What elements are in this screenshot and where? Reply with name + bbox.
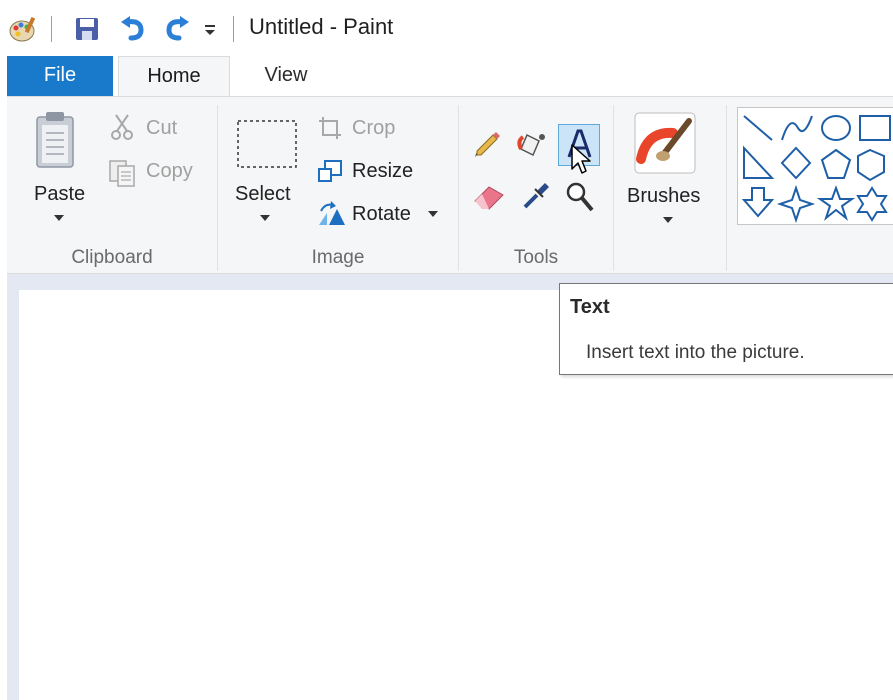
shapes-gallery (737, 107, 893, 225)
curve-icon[interactable] (781, 115, 813, 141)
window-title: Untitled - Paint (249, 14, 394, 39)
hexagon-icon[interactable] (857, 148, 885, 182)
eraser-icon[interactable] (473, 183, 507, 216)
mouse-cursor-icon (570, 143, 592, 182)
select-button[interactable]: Select (235, 183, 291, 206)
copy-icon (108, 159, 138, 192)
color-picker-icon[interactable] (521, 181, 551, 216)
text-tool-tooltip: Text Insert text into the picture. (559, 283, 893, 375)
rotate-icon (317, 201, 347, 232)
right-triangle-icon[interactable] (743, 145, 775, 179)
four-point-star-icon[interactable] (776, 184, 816, 224)
title-bar: Untitled - Paint (0, 0, 893, 56)
paste-dropdown-icon[interactable] (54, 215, 64, 221)
magnifier-icon[interactable] (565, 181, 595, 218)
pencil-icon[interactable] (473, 131, 501, 164)
crop-button[interactable]: Crop (352, 117, 395, 140)
rotate-button[interactable]: Rotate (352, 203, 411, 226)
six-point-star-icon[interactable] (856, 186, 888, 222)
crop-icon (318, 116, 342, 145)
pentagon-icon[interactable] (820, 148, 852, 179)
five-point-star-icon[interactable] (816, 185, 856, 221)
tab-file[interactable]: File (7, 56, 113, 96)
select-icon[interactable] (236, 119, 298, 174)
down-arrow-icon[interactable] (741, 187, 775, 218)
copy-button[interactable]: Copy (146, 160, 193, 183)
image-group-label: Image (311, 247, 365, 268)
rectangle-icon[interactable] (859, 115, 891, 141)
resize-button[interactable]: Resize (352, 160, 413, 183)
brushes-button[interactable]: Brushes (627, 185, 700, 208)
rotate-dropdown-icon[interactable] (428, 211, 438, 217)
group-separator (726, 105, 727, 271)
diamond-icon[interactable] (780, 146, 812, 180)
undo-icon[interactable] (116, 12, 150, 46)
ribbon: Paste Cut Copy Clipboard Select Crop Res… (7, 96, 893, 274)
group-separator (613, 105, 614, 271)
brushes-icon[interactable] (633, 111, 697, 180)
tooltip-title: Text (570, 296, 610, 318)
paste-icon[interactable] (35, 111, 75, 174)
paste-button[interactable]: Paste (34, 183, 85, 206)
line-icon[interactable] (743, 115, 773, 141)
save-icon[interactable] (70, 12, 104, 46)
select-dropdown-icon[interactable] (260, 215, 270, 221)
oval-icon[interactable] (821, 115, 851, 141)
tab-home[interactable]: Home (118, 56, 230, 97)
paint-palette-icon[interactable] (6, 12, 40, 46)
cut-button[interactable]: Cut (146, 117, 177, 140)
resize-icon (317, 159, 343, 190)
cut-icon (110, 113, 134, 146)
tools-group-label: Tools (513, 247, 559, 268)
toolbar-separator (233, 16, 234, 42)
brushes-dropdown-icon[interactable] (663, 217, 673, 223)
tooltip-description: Insert text into the picture. (586, 342, 805, 363)
customize-dropdown-icon[interactable] (199, 12, 221, 46)
toolbar-separator (51, 16, 52, 42)
redo-icon[interactable] (160, 12, 194, 46)
clipboard-group-label: Clipboard (71, 247, 153, 268)
ribbon-tabs: File Home View (0, 56, 893, 97)
tab-view[interactable]: View (240, 56, 332, 96)
fill-bucket-icon[interactable] (517, 127, 549, 164)
